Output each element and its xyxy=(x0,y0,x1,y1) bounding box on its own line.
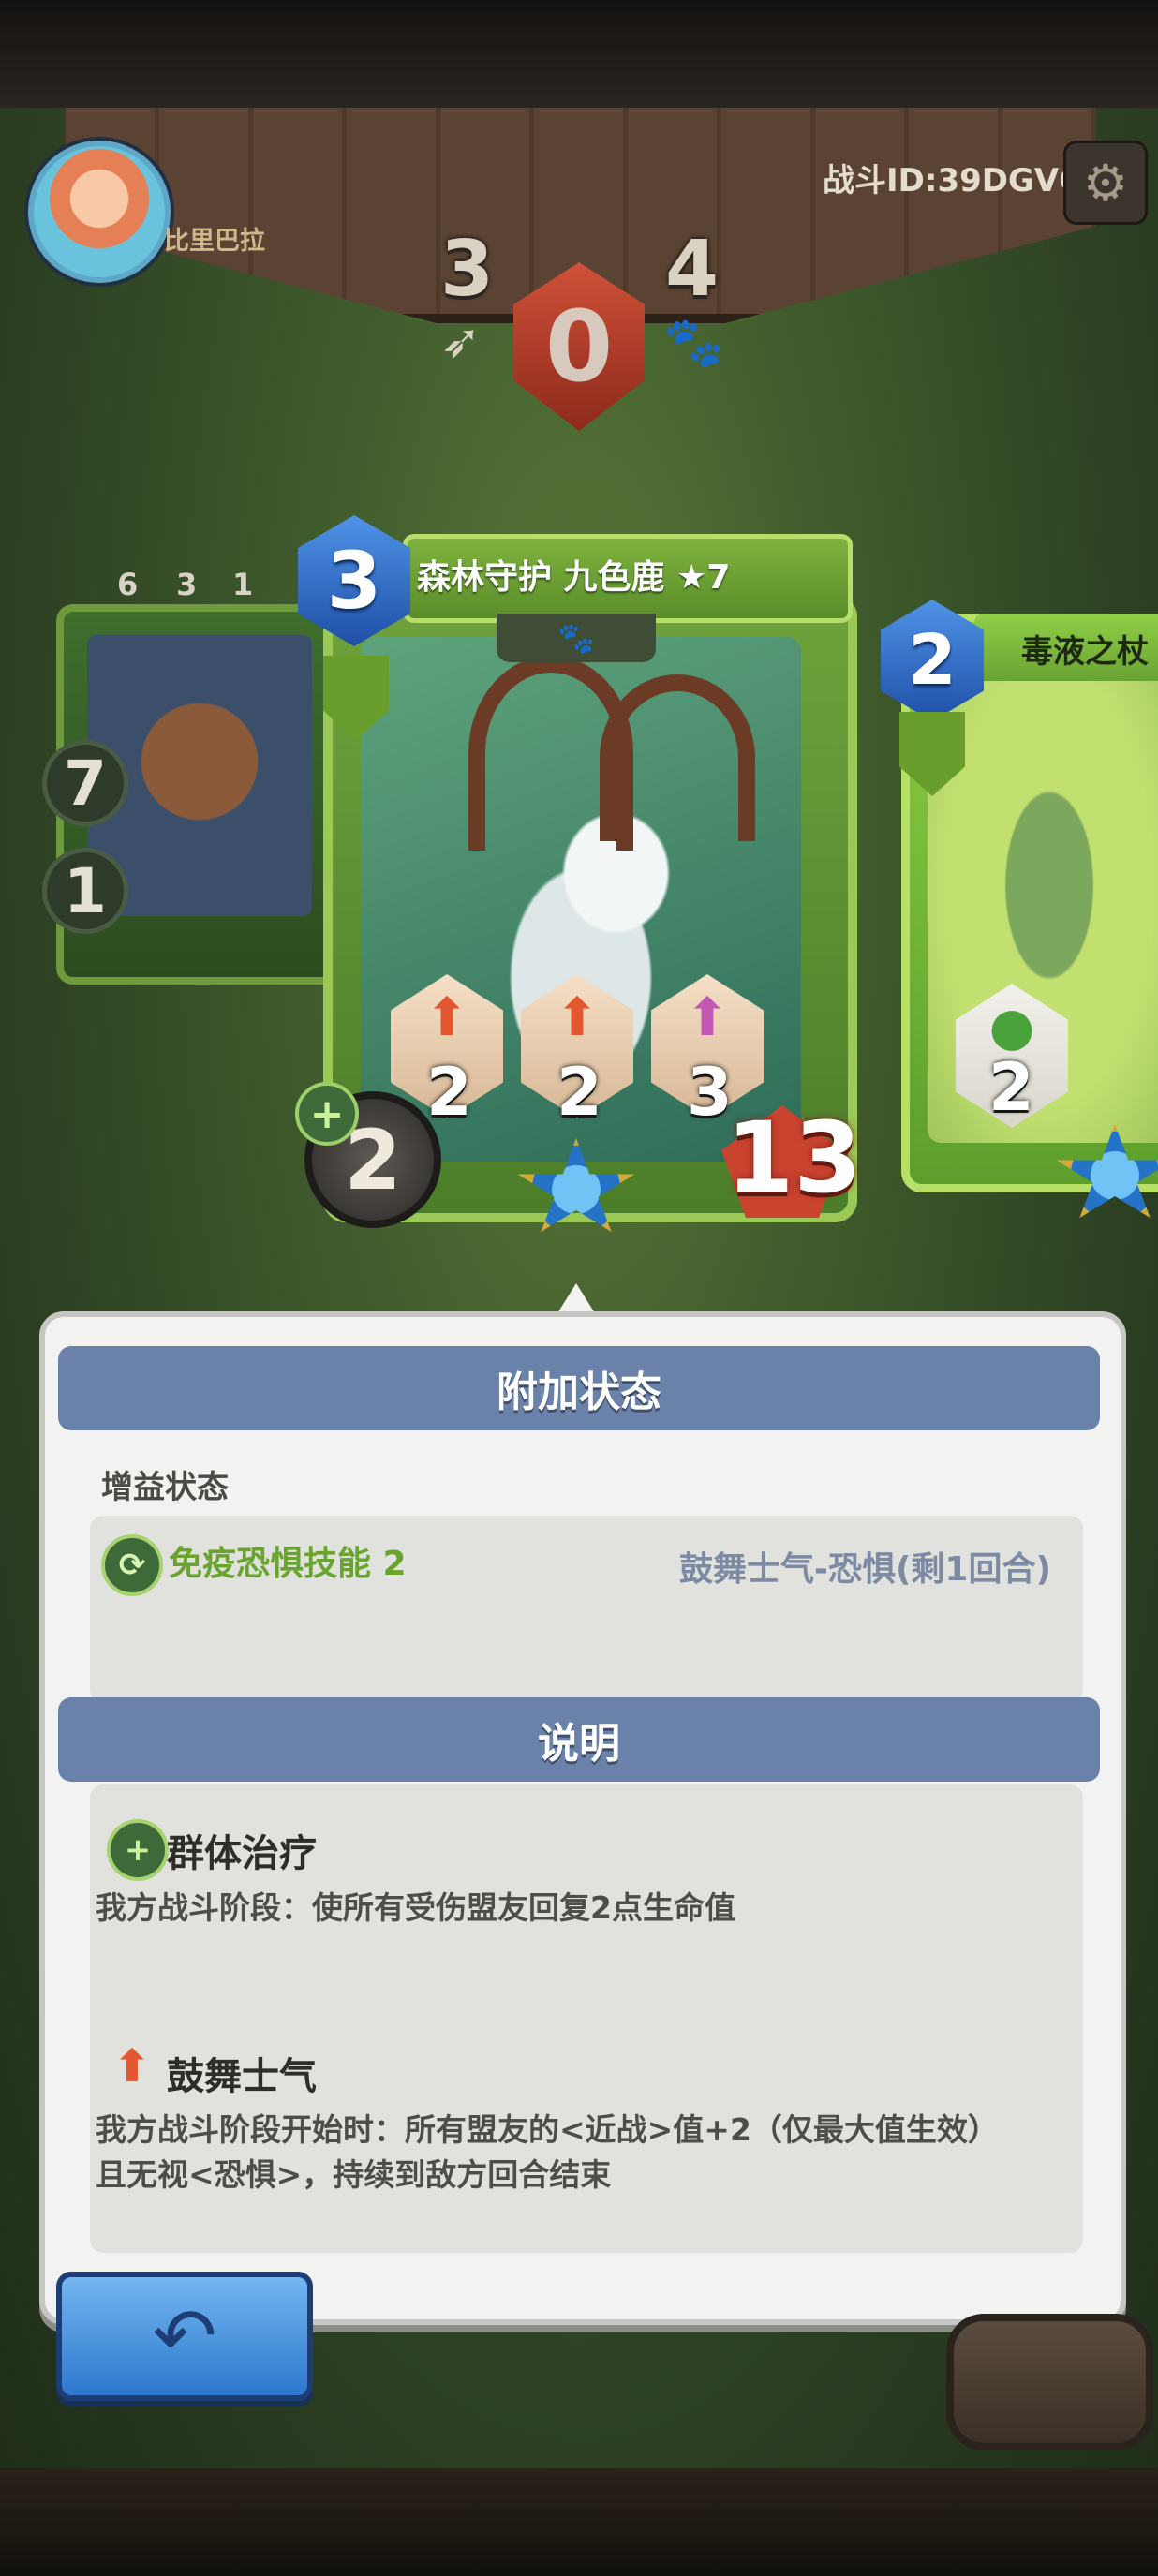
buff-heading: 增益状态 xyxy=(101,1469,229,1506)
skill-desc-morale-line2: 且无视<恐惧>，持续到敌方回合结束 xyxy=(96,2156,612,2193)
top-bar xyxy=(0,0,1158,108)
battle-id: 战斗ID:39DGVC xyxy=(823,162,1083,200)
back-arrow-icon: ↶ xyxy=(152,2291,217,2381)
description-title: 说明 xyxy=(58,1697,1100,1782)
paw-icon: 🐾 xyxy=(557,620,595,656)
modal-title: 附加状态 xyxy=(58,1346,1100,1430)
main-card-name: 森林守护 九色鹿 ★7 xyxy=(417,558,731,597)
left-card-heal-badge: 7 xyxy=(42,740,128,826)
right-card-skill-value: 2 xyxy=(988,1049,1034,1126)
score-left: 3 xyxy=(440,225,495,314)
left-card-stat-1: 6 xyxy=(117,567,139,602)
paw-icon: 🐾 xyxy=(663,315,724,371)
bottom-wood-bar xyxy=(0,2468,1158,2576)
main-card-paw-tab: 🐾 xyxy=(497,614,656,662)
skill-name-heal: 群体治疗 xyxy=(167,1832,317,1875)
bow-up-icon: ⬆ xyxy=(424,987,469,1048)
magic-up-icon: ⬆ xyxy=(685,987,730,1048)
right-card-name: 毒液之杖 xyxy=(1021,633,1149,671)
skill-value-1: 2 xyxy=(426,1054,472,1131)
chest-button[interactable] xyxy=(946,2314,1153,2450)
back-button[interactable]: ↶ xyxy=(56,2272,313,2401)
sword-up-icon: ⬆ xyxy=(555,987,600,1048)
heal-icon: + xyxy=(295,1082,359,1146)
left-card-value-badge: 1 xyxy=(42,848,128,934)
skill-name-morale: 鼓舞士气 xyxy=(167,2055,317,2098)
skill-desc-heal: 我方战斗阶段：使所有受伤盟友回复2点生命值 xyxy=(96,1889,735,1926)
skill-desc-morale-line1: 我方战斗阶段开始时：所有盟友的<近战>值+2（仅最大值生效） xyxy=(96,2111,999,2148)
settings-button[interactable]: ⚙ xyxy=(1063,141,1148,225)
antler-right xyxy=(600,674,755,841)
score-right: 4 xyxy=(665,225,720,314)
buff-source: 鼓舞士气-恐惧(剩1回合) xyxy=(679,1550,1051,1589)
heal-icon: + xyxy=(107,1819,169,1881)
player-avatar[interactable] xyxy=(28,141,171,283)
buff-name: 免疫恐惧技能 2 xyxy=(169,1545,407,1583)
left-card-stat-2: 3 xyxy=(176,567,198,602)
player-name: 比里巴拉 xyxy=(164,227,265,256)
immune-fear-icon: ⟳ xyxy=(101,1534,163,1596)
skill-value-2: 2 xyxy=(557,1054,602,1131)
main-card-attack: 13 xyxy=(726,1101,862,1215)
gear-icon: ⚙ xyxy=(1082,153,1129,213)
bow-icon: ➶ xyxy=(440,314,482,370)
morale-icon: ⬆ xyxy=(112,2040,152,2093)
left-card-stat-3: 1 xyxy=(232,567,254,602)
